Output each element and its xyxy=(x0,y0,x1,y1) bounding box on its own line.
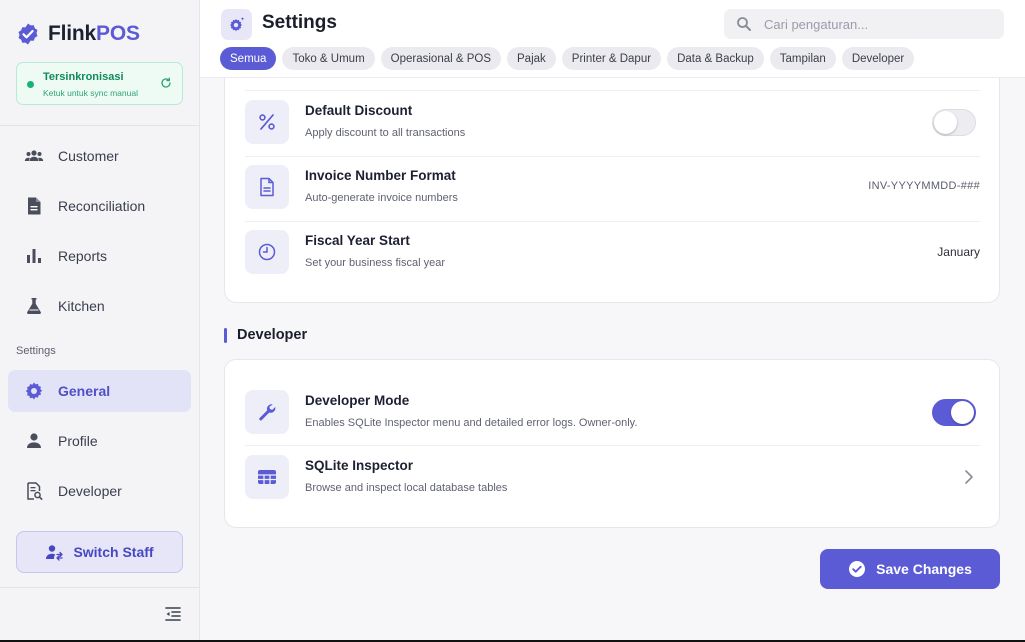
flask-icon xyxy=(27,298,41,314)
sync-status-subtitle: Ketuk untuk sync manual xyxy=(43,88,138,98)
switch-user-icon xyxy=(46,545,64,561)
wrench-icon xyxy=(245,390,289,434)
tab-operasional-pos[interactable]: Operasional & POS xyxy=(380,47,502,70)
developer-settings-card: Developer Mode Enables SQLite Inspector … xyxy=(224,359,1000,528)
clock-icon xyxy=(245,230,289,274)
setting-title: Developer Mode xyxy=(305,393,410,408)
gear-sparkle-icon xyxy=(229,16,244,31)
sidebar-section-label: Settings xyxy=(16,345,56,357)
sidebar-item-label: Developer xyxy=(58,483,122,499)
search-input[interactable] xyxy=(764,9,994,39)
tab-pajak[interactable]: Pajak xyxy=(507,47,556,70)
settings-title-icon xyxy=(221,9,252,40)
sidebar-item-label: Profile xyxy=(58,433,98,449)
sync-status-button[interactable]: Tersinkronisasi Ketuk untuk sync manual xyxy=(16,62,183,105)
document-icon xyxy=(28,197,41,215)
setting-title: SQLite Inspector xyxy=(305,458,414,473)
verified-badge-icon xyxy=(18,23,38,45)
setting-row-developer-mode: Developer Mode Enables SQLite Inspector … xyxy=(245,381,980,446)
section-title: Developer xyxy=(237,327,308,343)
setting-title: Invoice Number Format xyxy=(305,168,456,183)
tab-developer[interactable]: Developer xyxy=(841,47,915,70)
save-changes-label: Save Changes xyxy=(876,561,972,577)
sidebar-item-label: Customer xyxy=(58,148,119,164)
sidebar-item-label: Reports xyxy=(58,248,108,264)
check-circle-icon xyxy=(849,561,866,577)
percent-icon xyxy=(245,100,289,144)
toggle-knob xyxy=(934,111,957,134)
setting-subtitle: Enables SQLite Inspector menu and detail… xyxy=(305,417,638,429)
sidebar-item-customer[interactable]: Customer xyxy=(8,135,191,177)
brand-logo: FlinkPOS xyxy=(16,22,140,46)
tab-semua[interactable]: Semua xyxy=(220,47,277,70)
app-window: FlinkPOS Tersinkronisasi Ketuk untuk syn… xyxy=(0,0,1025,640)
sidebar: FlinkPOS Tersinkronisasi Ketuk untuk syn… xyxy=(0,0,200,640)
tab-printer-dapur[interactable]: Printer & Dapur xyxy=(561,47,662,70)
settings-header: Settings Semua Toko & Umum Operasional &… xyxy=(200,0,1025,78)
setting-subtitle: Apply discount to all transactions xyxy=(305,127,466,139)
sidebar-item-label: Kitchen xyxy=(58,298,105,314)
invoice-doc-icon xyxy=(245,165,289,209)
tab-data-backup[interactable]: Data & Backup xyxy=(667,47,764,70)
sidebar-item-reconciliation[interactable]: Reconciliation xyxy=(8,185,191,227)
sidebar-item-reports[interactable]: Reports xyxy=(8,235,191,277)
setting-title: Fiscal Year Start xyxy=(305,233,410,248)
setting-row-default-discount: Default Discount Apply discount to all t… xyxy=(245,91,980,156)
person-icon xyxy=(27,433,41,448)
general-settings-card: Default Discount Apply discount to all t… xyxy=(224,78,1000,303)
invoice-format-value: INV-YYYYMMDD-### xyxy=(868,180,980,192)
sidebar-item-label: Reconciliation xyxy=(58,198,146,214)
switch-staff-button[interactable]: Switch Staff xyxy=(16,531,183,573)
setting-subtitle: Set your business fiscal year xyxy=(305,257,446,269)
brand-name: FlinkPOS xyxy=(48,22,140,45)
setting-subtitle: Auto-generate invoice numbers xyxy=(305,192,458,204)
gear-icon xyxy=(25,382,43,400)
sidebar-item-kitchen[interactable]: Kitchen xyxy=(8,285,191,327)
tab-tampilan[interactable]: Tampilan xyxy=(769,47,836,70)
setting-title: Default Discount xyxy=(305,103,413,118)
settings-content: Default Discount Apply discount to all t… xyxy=(200,78,1025,640)
setting-row-sqlite-inspector[interactable]: SQLite Inspector Browse and inspect loca… xyxy=(245,446,980,511)
table-icon xyxy=(245,455,289,499)
main-content: Settings Semua Toko & Umum Operasional &… xyxy=(200,0,1025,640)
doc-search-icon xyxy=(27,482,43,500)
toggle-knob xyxy=(951,401,974,424)
default-discount-toggle[interactable] xyxy=(932,109,976,136)
page-title: Settings xyxy=(262,12,337,33)
sidebar-item-label: General xyxy=(58,383,111,399)
collapse-sidebar-icon[interactable] xyxy=(164,605,182,623)
search-icon xyxy=(737,17,751,31)
tab-toko-umum[interactable]: Toko & Umum xyxy=(282,47,375,70)
setting-subtitle: Browse and inspect local database tables xyxy=(305,482,508,494)
sidebar-divider xyxy=(0,587,199,588)
sync-status-title: Tersinkronisasi xyxy=(43,71,124,83)
bar-chart-icon xyxy=(27,249,41,263)
people-icon xyxy=(24,150,44,161)
search-box[interactable] xyxy=(724,9,1004,39)
developer-section-header: Developer xyxy=(224,327,307,343)
sidebar-item-developer[interactable]: Developer xyxy=(8,470,191,512)
sidebar-item-profile[interactable]: Profile xyxy=(8,420,191,462)
fiscal-year-value: January xyxy=(937,245,980,259)
section-accent-bar xyxy=(224,327,227,343)
sync-status-dot xyxy=(27,81,34,88)
chevron-right-icon xyxy=(965,470,973,484)
switch-staff-label: Switch Staff xyxy=(73,544,154,560)
developer-mode-toggle[interactable] xyxy=(932,399,976,426)
sidebar-divider xyxy=(0,125,199,126)
sidebar-item-general[interactable]: General xyxy=(8,370,191,412)
save-changes-button[interactable]: Save Changes xyxy=(820,549,1000,589)
setting-row-invoice-format[interactable]: Invoice Number Format Auto-generate invo… xyxy=(245,156,980,221)
setting-row-fiscal-year[interactable]: Fiscal Year Start Set your business fisc… xyxy=(245,221,980,286)
category-tabs: Semua Toko & Umum Operasional & POS Paja… xyxy=(220,47,915,70)
refresh-icon xyxy=(161,77,171,88)
